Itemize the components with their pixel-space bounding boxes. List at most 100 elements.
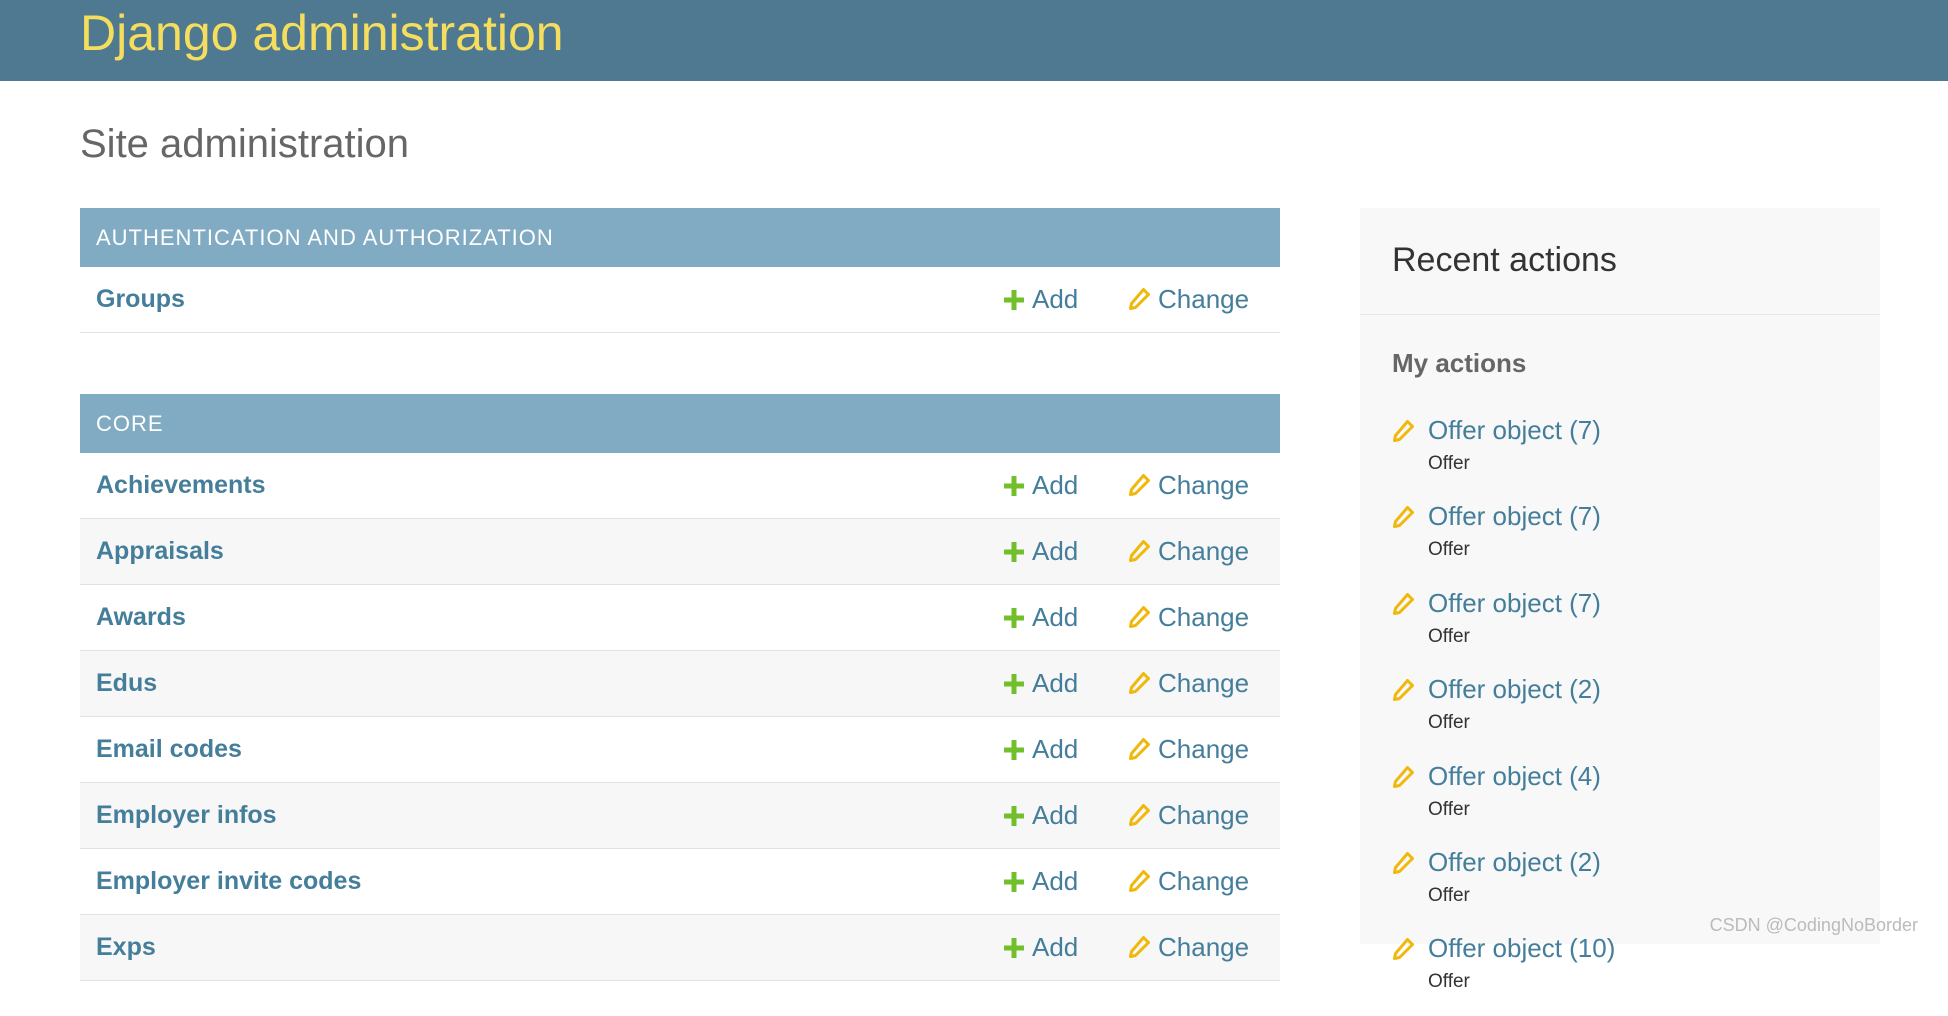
recent-actions-panel: Recent actions My actions Offer object (… [1360, 208, 1880, 992]
recent-action-type: Offer [1428, 971, 1470, 992]
recent-action-type: Offer [1428, 626, 1470, 647]
change-label: Change [1158, 866, 1250, 896]
table-row: Employer invite codes Add Change [80, 849, 1280, 915]
change-button[interactable]: Change [1128, 453, 1249, 518]
model-link[interactable]: Email codes [96, 717, 242, 782]
pencil-icon [1129, 288, 1150, 310]
plus-icon [1004, 476, 1024, 496]
change-button[interactable]: Change [1128, 849, 1249, 914]
model-link[interactable]: Edus [96, 651, 157, 716]
change-label: Change [1158, 536, 1250, 566]
change-button[interactable]: Change [1128, 915, 1249, 980]
change-button[interactable]: Change [1128, 717, 1249, 782]
change-button[interactable]: Change [1128, 585, 1249, 650]
add-label: Add [1032, 470, 1079, 500]
change-label: Change [1158, 800, 1250, 830]
add-button[interactable]: Add [1004, 651, 1078, 716]
plus-icon [1004, 938, 1024, 958]
table-row: Email codes Add Change [80, 717, 1280, 783]
add-button[interactable]: Add [1004, 849, 1078, 914]
site-branding[interactable]: Django administration [80, 3, 564, 63]
change-label: Change [1158, 734, 1250, 764]
add-label: Add [1032, 866, 1079, 896]
add-button[interactable]: Add [1004, 453, 1078, 518]
model-link[interactable]: Achievements [96, 453, 266, 518]
add-label: Add [1032, 932, 1079, 962]
add-button[interactable]: Add [1004, 585, 1078, 650]
pencil-icon [1129, 672, 1150, 694]
pencil-icon [1129, 474, 1150, 496]
change-label: Change [1158, 602, 1250, 632]
change-button[interactable]: Change [1128, 783, 1249, 848]
module-core: CORE Achievements Add Change Appraisals … [80, 394, 1280, 981]
recent-action-type: Offer [1428, 885, 1470, 906]
recent-action-link[interactable]: Offer object (7) [1428, 498, 1601, 534]
change-label: Change [1158, 668, 1250, 698]
recent-action-link[interactable]: Offer object (7) [1428, 585, 1601, 621]
list-item: Offer object (10) Offer [1392, 930, 1852, 1016]
pencil-icon [1393, 420, 1414, 442]
pencil-icon [1393, 593, 1414, 615]
list-item: Offer object (7) Offer [1392, 585, 1852, 671]
table-row: Appraisals Add Change [80, 519, 1280, 585]
recent-action-link[interactable]: Offer object (10) [1428, 930, 1615, 966]
plus-icon [1004, 290, 1024, 310]
recent-action-link[interactable]: Offer object (7) [1428, 412, 1601, 448]
model-link[interactable]: Awards [96, 585, 186, 650]
add-label: Add [1032, 734, 1079, 764]
change-label: Change [1158, 932, 1250, 962]
page-title: Site administration [80, 122, 410, 166]
add-label: Add [1032, 800, 1079, 830]
pencil-icon [1393, 506, 1414, 528]
pencil-icon [1393, 938, 1414, 960]
add-button[interactable]: Add [1004, 783, 1078, 848]
my-actions-title: My actions [1392, 348, 1527, 378]
model-link[interactable]: Groups [96, 267, 185, 332]
add-button[interactable]: Add [1004, 915, 1078, 980]
recent-action-link[interactable]: Offer object (2) [1428, 671, 1601, 707]
model-link[interactable]: Appraisals [96, 519, 224, 584]
list-item: Offer object (7) Offer [1392, 498, 1852, 584]
model-link[interactable]: Employer invite codes [96, 849, 361, 914]
table-row: Exps Add Change [80, 915, 1280, 981]
module-caption[interactable]: AUTHENTICATION AND AUTHORIZATION [80, 208, 1280, 267]
pencil-icon [1129, 540, 1150, 562]
list-item: Offer object (4) Offer [1392, 758, 1852, 844]
list-item: Offer object (7) Offer [1392, 412, 1852, 498]
pencil-icon [1129, 936, 1150, 958]
add-label: Add [1032, 536, 1079, 566]
change-label: Change [1158, 284, 1250, 314]
model-link[interactable]: Exps [96, 915, 156, 980]
change-button[interactable]: Change [1128, 519, 1249, 584]
change-button[interactable]: Change [1128, 651, 1249, 716]
add-button[interactable]: Add [1004, 267, 1078, 332]
change-button[interactable]: Change [1128, 267, 1249, 332]
recent-actions-title: Recent actions [1360, 208, 1880, 315]
add-button[interactable]: Add [1004, 717, 1078, 782]
pencil-icon [1129, 738, 1150, 760]
plus-icon [1004, 542, 1024, 562]
recent-action-type: Offer [1428, 712, 1470, 733]
plus-icon [1004, 674, 1024, 694]
pencil-icon [1393, 852, 1414, 874]
watermark: CSDN @CodingNoBorder [1709, 915, 1918, 935]
add-label: Add [1032, 668, 1079, 698]
plus-icon [1004, 806, 1024, 826]
recent-action-type: Offer [1428, 453, 1470, 474]
plus-icon [1004, 872, 1024, 892]
table-row: Achievements Add Change [80, 453, 1280, 519]
table-row: Awards Add Change [80, 585, 1280, 651]
module-auth: AUTHENTICATION AND AUTHORIZATION Groups … [80, 208, 1280, 333]
pencil-icon [1129, 804, 1150, 826]
model-link[interactable]: Employer infos [96, 783, 277, 848]
recent-action-type: Offer [1428, 539, 1470, 560]
table-row: Groups Add Change [80, 267, 1280, 333]
table-row: Edus Add Change [80, 651, 1280, 717]
pencil-icon [1129, 870, 1150, 892]
pencil-icon [1129, 606, 1150, 628]
add-button[interactable]: Add [1004, 519, 1078, 584]
change-label: Change [1158, 470, 1250, 500]
module-caption[interactable]: CORE [80, 394, 1280, 453]
recent-action-link[interactable]: Offer object (4) [1428, 758, 1601, 794]
recent-action-link[interactable]: Offer object (2) [1428, 844, 1601, 880]
